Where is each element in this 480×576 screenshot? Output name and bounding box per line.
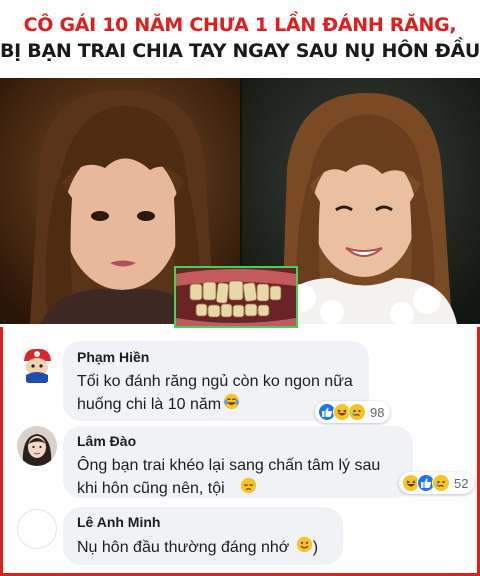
reaction-summary[interactable]: 52 — [399, 472, 475, 494]
sad-reaction-icon — [432, 474, 450, 492]
comment-text-line-1: Nụ hôn đầu thường đáng nhớ ) — [77, 536, 329, 560]
commenter-name[interactable]: Lê Anh Minh — [77, 514, 329, 530]
disappointed-emoji-icon — [240, 477, 257, 501]
teeth-closeup-image — [174, 266, 298, 328]
headline: CÔ GÁI 10 NĂM CHƯA 1 LẦN ĐÁNH RĂNG, BỊ B… — [0, 0, 480, 78]
reaction-summary[interactable]: 98 — [315, 401, 391, 423]
smile-emoji-icon — [296, 536, 313, 560]
sad-reaction-icon — [348, 403, 366, 421]
headline-line-1: CÔ GÁI 10 NĂM CHƯA 1 LẦN ĐÁNH RĂNG, — [23, 14, 457, 36]
reaction-count: 52 — [454, 475, 469, 491]
reaction-count: 98 — [370, 404, 385, 420]
comment-text-line-1: Ông bạn trai khéo lại sang chấn tâm lý s… — [77, 457, 381, 474]
commenter-name[interactable]: Phạm Hiền — [77, 349, 355, 365]
commenter-name[interactable]: Lâm Đào — [77, 433, 399, 449]
avatar[interactable] — [17, 509, 57, 549]
avatar[interactable] — [17, 426, 57, 466]
comment-text-line-1: Tối ko đánh răng ngủ còn ko ngon nữa — [77, 373, 353, 390]
laughing-tears-emoji-icon — [223, 393, 240, 417]
comment-bubble: Lâm Đào Ông bạn trai khéo lại sang chấn … — [63, 426, 413, 498]
comment-bubble: Lê Anh Minh Nụ hôn đầu thường đáng nhớ ) — [63, 507, 343, 565]
comment-text-line-2: huống chi là 10 năm — [77, 393, 355, 417]
headline-line-2: BỊ BẠN TRAI CHIA TAY NGAY SAU NỤ HÔN ĐẦU — [0, 40, 480, 62]
comments-section: Phạm Hiền Tối ko đánh răng ngủ còn ko ng… — [0, 327, 480, 576]
avatar[interactable] — [17, 345, 57, 385]
comment-text-line-2: khi hôn cũng nên, tội — [77, 477, 399, 501]
